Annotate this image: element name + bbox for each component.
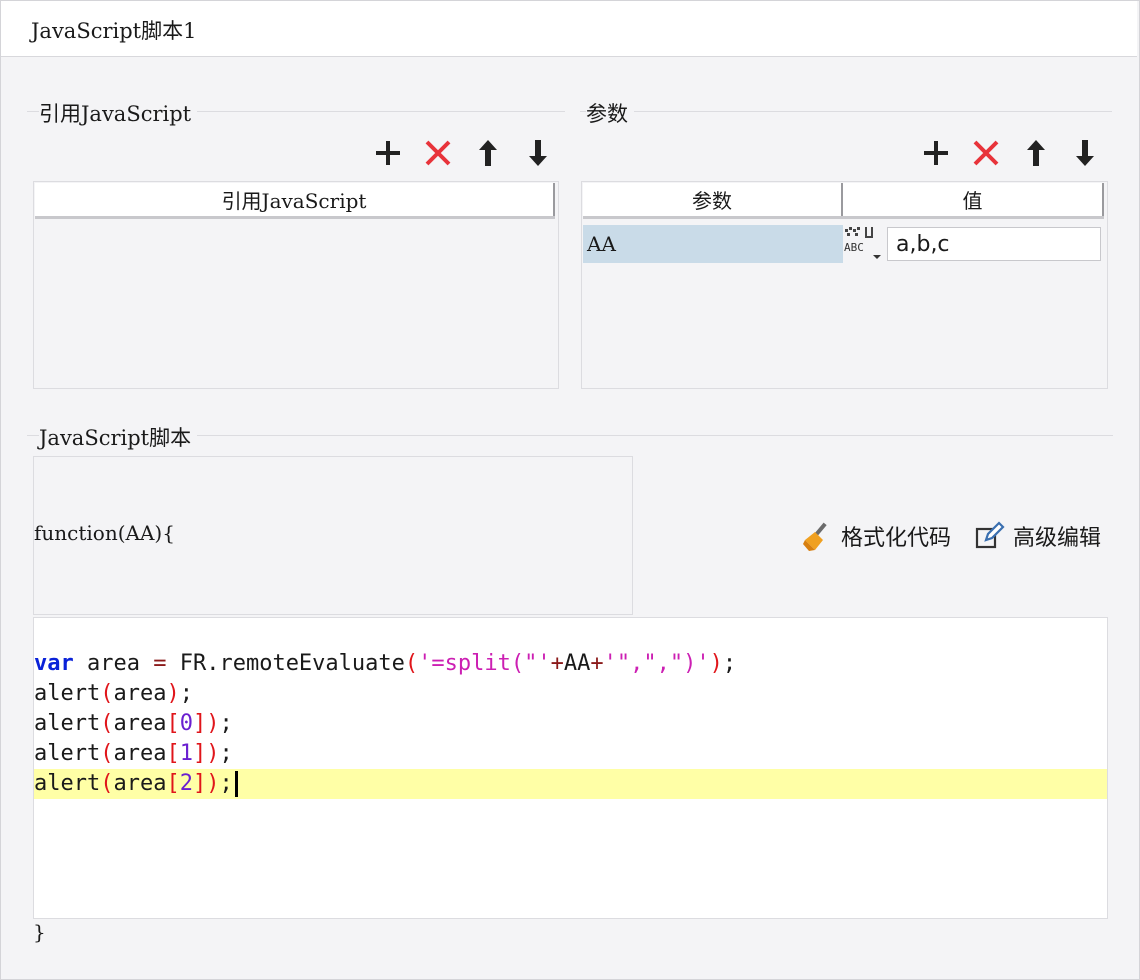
advanced-edit-button[interactable]: 高级编辑 xyxy=(975,520,1101,552)
function-signature: function(AA){ xyxy=(34,521,175,545)
params-legend-line xyxy=(580,111,1112,112)
code-token: = xyxy=(153,651,167,676)
params-move-up-button[interactable] xyxy=(1019,136,1053,170)
param-value-cell[interactable]: ABC a,b,c xyxy=(843,225,1104,263)
code-token: area xyxy=(113,771,167,796)
svg-text:ABC: ABC xyxy=(844,241,864,254)
delete-x-icon xyxy=(973,140,999,166)
code-token: AA xyxy=(563,651,591,676)
code-token: ; xyxy=(219,771,233,796)
code-line-1: var area = FR.remoteEvaluate('=split("'+… xyxy=(34,649,1107,679)
code-token: alert xyxy=(34,771,101,796)
refs-column-header[interactable]: 引用JavaScript xyxy=(35,183,555,216)
code-token: 2 xyxy=(179,771,193,796)
param-name-cell[interactable]: AA xyxy=(583,225,843,263)
code-token: '",",")' xyxy=(603,651,710,676)
format-code-label: 格式化代码 xyxy=(841,526,952,551)
code-token: area xyxy=(113,741,167,766)
code-token: ; xyxy=(219,741,233,766)
refs-move-up-button[interactable] xyxy=(471,136,505,170)
params-column-name[interactable]: 参数 xyxy=(583,183,843,216)
refs-move-down-button[interactable] xyxy=(521,136,555,170)
code-token: ) xyxy=(709,651,723,676)
code-token: alert xyxy=(34,741,101,766)
refs-table-header: 引用JavaScript xyxy=(35,183,555,219)
plus-icon xyxy=(924,141,948,165)
params-table-header: 参数 值 xyxy=(583,183,1104,219)
code-token: alert xyxy=(34,711,101,736)
params-table[interactable]: 参数 值 AA ABC a,b,c xyxy=(581,181,1108,389)
arrow-down-icon xyxy=(1076,140,1094,166)
code-line-5: alert(area[2]); xyxy=(34,769,1107,799)
code-token: ( xyxy=(100,741,114,766)
script-legend: JavaScript脚本 xyxy=(39,422,198,452)
title-bar: JavaScript脚本1 xyxy=(1,1,1137,57)
code-token: ) xyxy=(166,681,180,706)
advanced-edit-label: 高级编辑 xyxy=(1013,526,1102,551)
arrow-down-icon xyxy=(529,140,547,166)
code-line-2: alert(area); xyxy=(34,679,1107,709)
code-token: ( xyxy=(100,711,114,736)
code-token: ) xyxy=(206,771,220,796)
code-token: [ xyxy=(166,711,180,736)
code-token: 0 xyxy=(179,711,193,736)
param-value-input[interactable]: a,b,c xyxy=(887,227,1101,261)
window-title: JavaScript脚本1 xyxy=(31,19,197,43)
edit-icon xyxy=(975,521,1005,549)
code-token: ] xyxy=(192,711,207,736)
code-token: ( xyxy=(100,681,114,706)
code-token: [ xyxy=(166,771,180,796)
plus-icon xyxy=(376,141,400,165)
code-token: + xyxy=(590,651,604,676)
params-move-down-button[interactable] xyxy=(1068,136,1102,170)
broom-icon xyxy=(803,522,827,551)
code-token: ; xyxy=(219,711,233,736)
code-token: ) xyxy=(206,711,220,736)
delete-x-icon xyxy=(425,140,451,166)
code-token: [ xyxy=(166,741,180,766)
function-closing-brace: } xyxy=(33,920,46,944)
arrow-up-icon xyxy=(1027,140,1045,166)
code-line-3: alert(area[0]); xyxy=(34,709,1107,739)
code-token: area xyxy=(113,711,167,736)
params-add-button[interactable] xyxy=(919,136,953,170)
refs-delete-button[interactable] xyxy=(421,136,455,170)
refs-table[interactable]: 引用JavaScript xyxy=(33,181,559,389)
code-token: ; xyxy=(179,681,193,706)
format-code-button[interactable]: 格式化代码 xyxy=(801,520,951,552)
code-token: 1 xyxy=(179,741,193,766)
arrow-up-icon xyxy=(479,140,497,166)
abc-text-type-icon[interactable]: ABC xyxy=(843,225,887,263)
table-row[interactable]: AA ABC a,b,c xyxy=(583,225,1104,263)
refs-legend: 引用JavaScript xyxy=(39,98,198,128)
code-token: '=split("' xyxy=(418,651,551,676)
code-token: ( xyxy=(100,771,114,796)
code-token: area xyxy=(73,651,154,676)
code-token: ( xyxy=(404,651,419,676)
text-caret xyxy=(234,771,238,797)
code-token: ) xyxy=(206,741,220,766)
code-token: ] xyxy=(192,741,207,766)
params-legend: 参数 xyxy=(586,98,634,128)
code-line-4: alert(area[1]); xyxy=(34,739,1107,769)
params-delete-button[interactable] xyxy=(969,136,1003,170)
code-token: ] xyxy=(192,771,207,796)
function-header-box: function(AA){ xyxy=(33,456,633,615)
code-token: + xyxy=(550,651,564,676)
code-token: ; xyxy=(722,651,737,676)
params-column-value[interactable]: 值 xyxy=(843,183,1104,216)
code-token: alert xyxy=(34,681,101,706)
code-token: FR.remoteEvaluate xyxy=(166,651,405,676)
code-token: area xyxy=(113,681,167,706)
refs-add-button[interactable] xyxy=(371,136,405,170)
code-editor[interactable]: var area = FR.remoteEvaluate('=split("'+… xyxy=(33,617,1108,919)
code-token: var xyxy=(34,651,74,676)
